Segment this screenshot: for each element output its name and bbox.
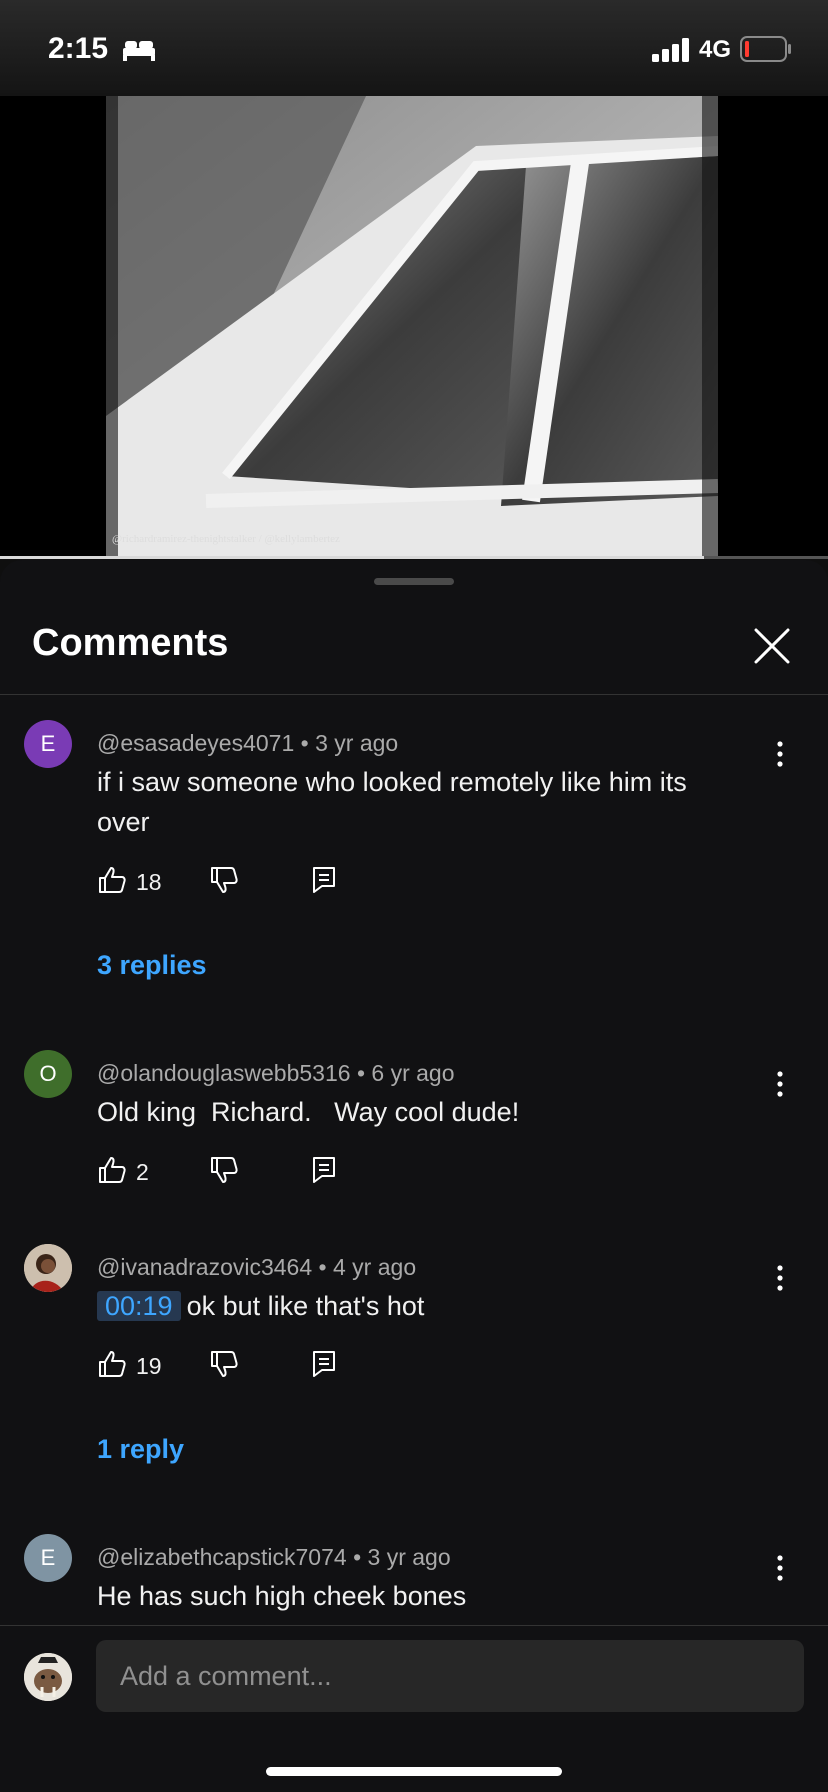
status-time: 2:15 xyxy=(48,32,109,65)
comment-age: 6 yr ago xyxy=(371,1060,455,1086)
like-count: 19 xyxy=(136,1353,162,1379)
dislike-icon[interactable] xyxy=(209,1155,239,1185)
dislike-icon[interactable] xyxy=(209,865,239,895)
more-options-icon[interactable] xyxy=(768,734,792,774)
avatar[interactable]: E xyxy=(24,1534,72,1582)
add-comment-input[interactable] xyxy=(96,1640,804,1712)
comment-meta: @esasadeyes4071 • 3 yr ago xyxy=(97,730,398,757)
video-progress-bar[interactable] xyxy=(0,556,828,559)
dislike-icon[interactable] xyxy=(209,1349,239,1379)
comment-age: 3 yr ago xyxy=(315,730,399,756)
profile-photo-icon xyxy=(24,1653,72,1701)
reply-icon[interactable] xyxy=(310,1155,338,1185)
comments-sheet: Comments E @esasadeyes4071 • 3 yr ago if… xyxy=(0,560,828,1792)
like-icon[interactable] xyxy=(97,1155,127,1185)
view-replies-link[interactable]: 1 reply xyxy=(97,1434,184,1465)
cellular-signal-icon xyxy=(652,38,689,62)
reply-icon[interactable] xyxy=(310,865,338,895)
meta-separator: • xyxy=(318,1254,327,1280)
comment-composer xyxy=(0,1625,828,1792)
user-avatar[interactable] xyxy=(24,1653,72,1701)
comment-text-content: ok but like that's hot xyxy=(186,1291,425,1321)
sheet-drag-handle[interactable] xyxy=(374,578,454,585)
profile-photo-icon xyxy=(24,1244,72,1292)
video-player[interactable]: @richardramirez-thenightstalker / @kelly… xyxy=(0,96,828,558)
comment-text: Old king Richard. Way cool dude! xyxy=(97,1097,520,1127)
avatar[interactable]: O xyxy=(24,1050,72,1098)
view-replies-link[interactable]: 3 replies xyxy=(97,950,207,981)
avatar[interactable] xyxy=(24,1244,72,1292)
comment-author[interactable]: @ivanadrazovic3464 xyxy=(97,1254,312,1280)
more-options-icon[interactable] xyxy=(768,1258,792,1298)
comment-author[interactable]: @elizabethcapstick7074 xyxy=(97,1544,347,1570)
comment-text: He has such high cheek bones xyxy=(97,1581,467,1611)
comment-text: if i saw someone who looked remotely lik… xyxy=(97,767,687,837)
close-icon[interactable] xyxy=(750,624,794,668)
comment-age: 3 yr ago xyxy=(367,1544,451,1570)
video-frame xyxy=(106,96,718,558)
comments-title: Comments xyxy=(32,622,229,664)
network-type-label: 4G xyxy=(699,36,732,63)
reply-icon[interactable] xyxy=(310,1349,338,1379)
meta-separator: • xyxy=(353,1544,362,1570)
like-icon[interactable] xyxy=(97,865,127,895)
like-count: 18 xyxy=(136,869,162,895)
footer-divider xyxy=(0,1625,828,1626)
video-progress-fill xyxy=(0,556,704,559)
comment-author[interactable]: @olandouglaswebb5316 xyxy=(97,1060,351,1086)
comment-author[interactable]: @esasadeyes4071 xyxy=(97,730,294,756)
comment-meta: @elizabethcapstick7074 • 3 yr ago xyxy=(97,1544,451,1571)
video-timestamp-link[interactable]: 00:19 xyxy=(97,1291,181,1321)
title-divider xyxy=(0,694,828,695)
comment-text: 00:19 ok but like that's hot xyxy=(97,1286,737,1326)
status-bar: 2:15 4G xyxy=(0,0,828,96)
more-options-icon[interactable] xyxy=(768,1548,792,1588)
meta-separator: • xyxy=(300,730,309,756)
comment-meta: @olandouglaswebb5316 • 6 yr ago xyxy=(97,1060,455,1087)
home-indicator[interactable] xyxy=(266,1767,562,1776)
video-watermark: @richardramirez-thenightstalker / @kelly… xyxy=(112,533,340,545)
like-count: 2 xyxy=(136,1159,149,1185)
avatar[interactable]: E xyxy=(24,720,72,768)
meta-separator: • xyxy=(356,1060,366,1086)
comment-age: 4 yr ago xyxy=(333,1254,417,1280)
like-icon[interactable] xyxy=(97,1349,127,1379)
battery-low-icon xyxy=(740,36,791,62)
more-options-icon[interactable] xyxy=(768,1064,792,1104)
sleep-bed-icon xyxy=(123,41,155,61)
comment-meta: @ivanadrazovic3464 • 4 yr ago xyxy=(97,1254,416,1281)
